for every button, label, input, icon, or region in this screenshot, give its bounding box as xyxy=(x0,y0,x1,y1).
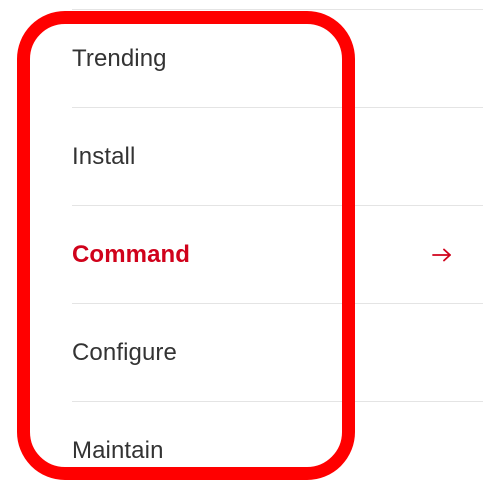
arrow-right-icon xyxy=(432,248,451,261)
menu-item-install[interactable]: Install xyxy=(72,108,483,206)
menu-item-label: Install xyxy=(72,142,136,170)
menu-item-configure[interactable]: Configure xyxy=(72,304,483,402)
menu-item-trending[interactable]: Trending xyxy=(72,10,483,108)
menu-item-label: Maintain xyxy=(72,437,164,464)
menu-item-command[interactable]: Command xyxy=(72,206,483,304)
menu-item-label: Command xyxy=(72,240,191,268)
side-menu: Trending Install Command Configure Maint… xyxy=(72,0,483,496)
menu-item-maintain[interactable]: Maintain xyxy=(72,402,483,496)
menu-item-label: Trending xyxy=(72,44,167,72)
menu-item-label: Configure xyxy=(72,338,177,366)
